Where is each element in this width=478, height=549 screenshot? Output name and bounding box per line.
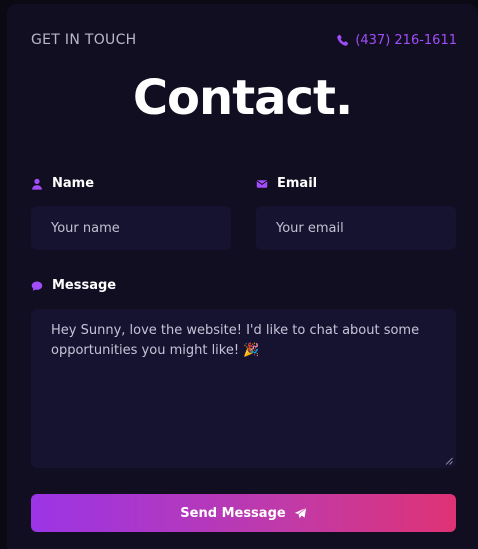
send-message-label[interactable]: Send Message	[180, 506, 285, 521]
email-label: Email	[256, 176, 317, 191]
eyebrow-label: GET IN TOUCH	[31, 32, 137, 48]
resize-handle-icon[interactable]	[445, 457, 453, 465]
email-label-text: Email	[277, 176, 318, 191]
contact-card: GET IN TOUCH (437) 216-1611 Contact. Nam…	[7, 4, 478, 549]
message-label-text: Message	[52, 278, 117, 293]
envelope-icon	[256, 179, 268, 188]
paper-plane-icon	[294, 507, 307, 518]
contact-topbar: GET IN TOUCH (437) 216-1611	[31, 31, 457, 49]
name-label-text: Name	[52, 176, 95, 191]
email-input[interactable]	[256, 206, 456, 250]
message-text[interactable]: Hey Sunny, love the website! I'd like to…	[51, 323, 419, 358]
page-title: Contact.	[132, 70, 353, 126]
message-label: Message	[31, 278, 116, 293]
phone-number[interactable]: (437) 216-1611	[355, 33, 457, 48]
name-label: Name	[31, 176, 94, 191]
send-message-button[interactable]: Send Message	[31, 494, 456, 532]
message-textarea[interactable]: Hey Sunny, love the website! I'd like to…	[31, 309, 456, 468]
user-icon	[32, 178, 42, 190]
name-input[interactable]	[31, 206, 231, 250]
comment-icon	[31, 281, 43, 291]
phone-icon	[337, 34, 349, 46]
phone-link[interactable]: (437) 216-1611	[336, 33, 457, 48]
